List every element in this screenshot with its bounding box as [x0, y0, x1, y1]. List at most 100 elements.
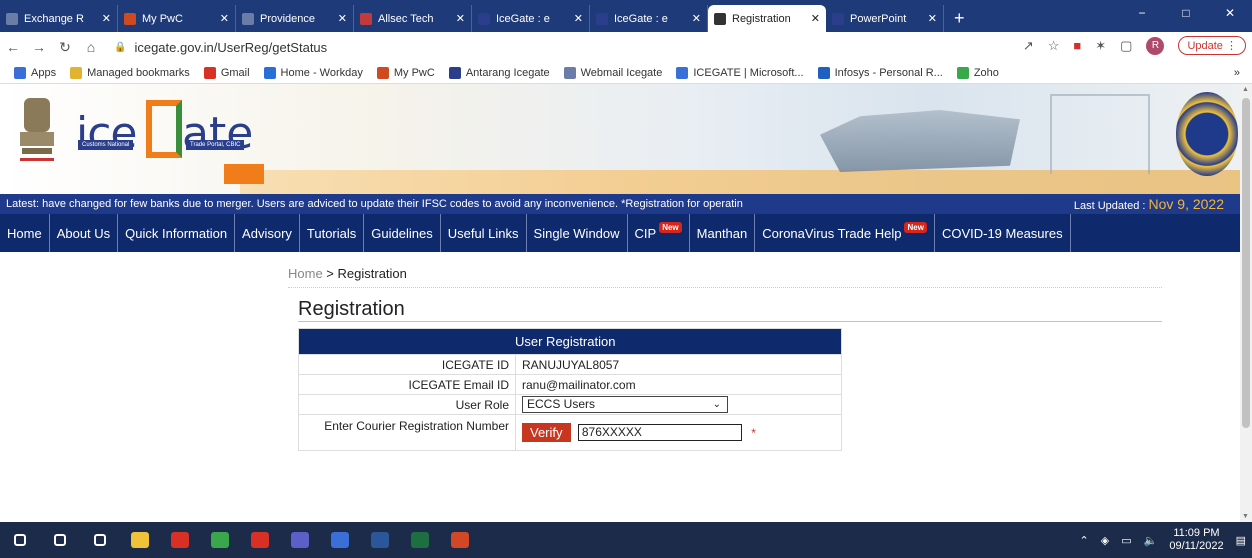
menu-item-label: Guidelines	[371, 225, 433, 241]
notification-icon[interactable]: ▤	[1236, 534, 1246, 547]
icegate-id-value: RANUJUYAL8057	[515, 354, 842, 375]
browser-tab[interactable]: IceGate : e ✕	[472, 5, 590, 32]
bookmark-item[interactable]: Infosys - Personal R...	[817, 66, 943, 79]
courier-registration-input[interactable]: 876XXXXX	[577, 424, 742, 441]
address-bar: ← → ↻ ⌂ 🔒 icegate.gov.in/UserReg/getStat…	[0, 32, 1252, 62]
new-tab-icon[interactable]: +	[954, 5, 965, 32]
browser-tab[interactable]: My PwC ✕	[118, 5, 236, 32]
menu-item-label: Manthan	[696, 225, 748, 241]
browser-tab[interactable]: IceGate : e ✕	[590, 5, 708, 32]
menu-item[interactable]: Tutorials	[300, 214, 365, 252]
cbic-seal-icon	[1176, 92, 1238, 176]
avatar[interactable]: R	[1146, 36, 1165, 55]
browser-tab[interactable]: Providence ✕	[236, 5, 354, 32]
bookmark-label: Antarang Icegate	[465, 66, 550, 79]
bookmark-item[interactable]: Managed bookmarks	[70, 66, 190, 79]
bookmark-label: Infosys - Personal R...	[834, 66, 943, 79]
browser-tab[interactable]: Exchange R ✕	[0, 5, 118, 32]
search-icon[interactable]	[40, 522, 80, 558]
breadcrumb: Home > Registration	[288, 266, 407, 281]
bookmark-item[interactable]: My PwC	[376, 66, 435, 79]
bookmark-icon	[203, 66, 216, 79]
menu-item[interactable]: Single Window	[527, 214, 628, 252]
close-tab-icon[interactable]: ✕	[574, 12, 583, 25]
share-icon[interactable]: ↗	[1023, 38, 1034, 54]
back-icon[interactable]: ←	[0, 39, 26, 55]
logo-subtitle-right: Trade Portal, CBIC	[186, 140, 245, 150]
restore-icon[interactable]: □	[1164, 0, 1208, 32]
close-tab-icon[interactable]: ✕	[456, 12, 465, 25]
app-icon[interactable]	[320, 522, 360, 558]
tab-title: Exchange R	[24, 12, 84, 25]
volume-icon[interactable]: 🔈	[1144, 534, 1158, 547]
bookmark-icon	[956, 66, 969, 79]
breadcrumb-home[interactable]: Home	[288, 266, 323, 281]
network-icon[interactable]: ◈	[1101, 534, 1109, 547]
bookmark-item[interactable]: Home - Workday	[263, 66, 363, 79]
bookmark-label: Webmail Icegate	[580, 66, 663, 79]
browser-tab[interactable]: PowerPoint ✕	[826, 5, 944, 32]
close-tab-icon[interactable]: ✕	[338, 12, 347, 25]
tab-favicon-icon	[242, 12, 254, 25]
bookmark-item[interactable]: Zoho	[956, 66, 999, 79]
verify-button[interactable]: Verify	[522, 423, 571, 442]
menu-item[interactable]: About Us	[50, 214, 119, 252]
chrome-icon[interactable]	[240, 522, 280, 558]
reload-icon[interactable]: ↻	[52, 39, 78, 56]
menu-item[interactable]: Advisory	[235, 214, 300, 252]
clock[interactable]: 11:09 PM 09/11/2022	[1169, 527, 1223, 553]
menu-item[interactable]: CoronaVirus Trade Help New	[755, 214, 935, 252]
bookmark-item[interactable]: Webmail Icegate	[563, 66, 663, 79]
puzzle-icon[interactable]: ✶	[1095, 38, 1106, 54]
windows-taskbar	[0, 522, 1252, 558]
forward-icon[interactable]: →	[26, 39, 52, 55]
bookmarks-overflow-icon[interactable]: »	[1234, 67, 1240, 79]
table-row: Enter Courier Registration Number Verify…	[298, 414, 842, 451]
page-scrollbar[interactable]: ▲ ▼	[1240, 84, 1252, 522]
close-window-icon[interactable]: ✕	[1208, 0, 1252, 32]
file-explorer-icon[interactable]	[120, 522, 160, 558]
scroll-down-icon[interactable]: ▼	[1242, 513, 1249, 520]
word-icon[interactable]	[360, 522, 400, 558]
tab-favicon-icon	[832, 12, 844, 25]
bookmark-item[interactable]: Antarang Icegate	[448, 66, 550, 79]
menu-item[interactable]: CIP New	[628, 214, 690, 252]
main-menu: Home About Us Quick Information Advisory Tut…	[0, 214, 1240, 252]
excel-icon[interactable]	[400, 522, 440, 558]
home-icon[interactable]: ⌂	[78, 39, 104, 55]
minimize-icon[interactable]: −	[1120, 0, 1164, 32]
close-tab-icon[interactable]: ✕	[220, 12, 229, 25]
browser-tab[interactable]: Allsec Tech ✕	[354, 5, 472, 32]
menu-item[interactable]: Useful Links	[441, 214, 527, 252]
start-icon[interactable]	[0, 522, 40, 558]
bookmark-item[interactable]: Gmail	[203, 66, 250, 79]
menu-item[interactable]: Home	[0, 214, 50, 252]
bookmark-item[interactable]: ICEGATE | Microsoft...	[676, 66, 804, 79]
menu-item[interactable]: Guidelines	[364, 214, 441, 252]
chrome-icon[interactable]	[160, 522, 200, 558]
bookmark-item[interactable]: Apps	[14, 66, 56, 79]
sidepanel-icon[interactable]: ▢	[1120, 38, 1132, 54]
menu-item[interactable]: Manthan	[690, 214, 756, 252]
browser-tab[interactable]: Registration ✕	[708, 5, 826, 32]
battery-icon[interactable]: ▭	[1121, 534, 1131, 547]
close-tab-icon[interactable]: ✕	[811, 12, 820, 25]
teams-icon[interactable]	[280, 522, 320, 558]
extension-icon[interactable]: ■	[1073, 38, 1081, 53]
powerpoint-icon[interactable]	[440, 522, 480, 558]
scroll-thumb[interactable]	[1242, 98, 1250, 428]
chevron-up-icon[interactable]: ⌃	[1080, 534, 1089, 547]
menu-item[interactable]: Quick Information	[118, 214, 236, 252]
scroll-up-icon[interactable]: ▲	[1242, 86, 1249, 93]
close-tab-icon[interactable]: ✕	[928, 12, 937, 25]
tab-favicon-icon	[124, 12, 136, 25]
bookmark-star-icon[interactable]: ☆	[1048, 38, 1060, 54]
menu-item[interactable]: COVID-19 Measures	[935, 214, 1071, 252]
app-icon[interactable]	[200, 522, 240, 558]
close-tab-icon[interactable]: ✕	[692, 12, 701, 25]
close-tab-icon[interactable]: ✕	[102, 12, 111, 25]
url-field[interactable]: 🔒 icegate.gov.in/UserReg/getStatus	[114, 40, 327, 55]
user-role-select[interactable]: ECCS Users ⌄	[522, 396, 728, 413]
update-button[interactable]: Update ⋮	[1178, 36, 1246, 55]
task-view-icon[interactable]	[80, 522, 120, 558]
